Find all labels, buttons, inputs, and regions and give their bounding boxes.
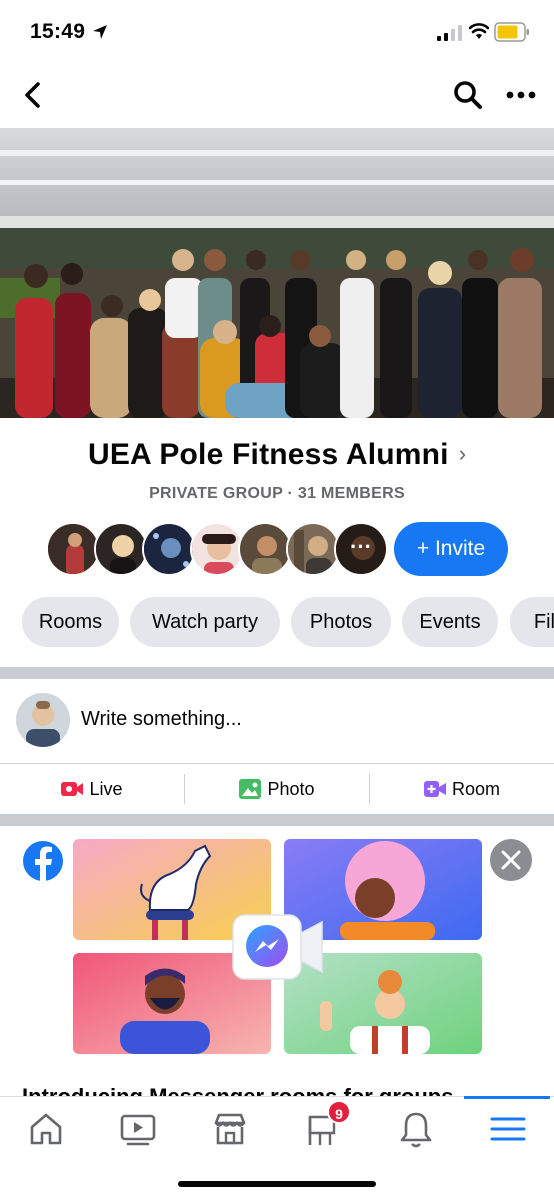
member-avatar[interactable] — [190, 522, 244, 576]
notifications-icon[interactable] — [394, 1107, 438, 1151]
more-options-icon[interactable] — [505, 87, 537, 103]
current-user-avatar[interactable] — [16, 693, 70, 747]
composer-separator — [0, 763, 554, 764]
battery-icon — [494, 22, 529, 42]
room-label: Room — [451, 779, 500, 799]
top-navigation — [0, 70, 554, 120]
photo-button[interactable]: Photo — [185, 766, 369, 812]
group-privacy-members: PRIVATE GROUP · 31 MEMBERS — [149, 485, 405, 502]
photo-label: Photo — [267, 779, 315, 799]
section-divider — [0, 814, 554, 826]
more-members-icon[interactable]: ··· — [347, 536, 375, 564]
status-time: 15:49 — [30, 20, 86, 43]
messenger-icon — [246, 925, 288, 967]
status-bar: 15:49 — [0, 0, 554, 60]
home-icon[interactable] — [24, 1107, 68, 1151]
chip-rooms[interactable]: Rooms — [22, 597, 119, 647]
member-avatar[interactable] — [46, 522, 100, 576]
group-name[interactable]: UEA Pole Fitness Alumni — [88, 438, 449, 471]
active-tab-indicator — [464, 1096, 550, 1099]
cellular-signal-icon — [437, 25, 462, 41]
group-cover-photo[interactable] — [0, 128, 554, 418]
member-avatar[interactable] — [94, 522, 148, 576]
marketplace-icon[interactable] — [208, 1107, 252, 1151]
invite-button[interactable]: + Invite — [394, 522, 508, 576]
group-title-row[interactable]: UEA Pole Fitness Alumni › — [0, 438, 554, 482]
groups-notification-badge: 9 — [327, 1100, 351, 1124]
location-arrow-icon — [93, 25, 107, 39]
group-shortcut-chips: Rooms Watch party Photos Events Files — [0, 597, 554, 647]
room-video-icon — [423, 781, 446, 797]
back-chevron-icon[interactable] — [20, 80, 46, 110]
section-divider — [0, 667, 554, 679]
composer-actions: Live Photo Room — [0, 766, 554, 812]
watch-icon[interactable] — [116, 1107, 160, 1151]
messenger-rooms-promo — [0, 826, 554, 1096]
live-label: Live — [89, 779, 123, 799]
chip-files[interactable]: Files — [510, 597, 554, 647]
live-video-icon — [61, 782, 84, 796]
home-indicator — [178, 1181, 376, 1187]
close-icon — [501, 850, 521, 870]
chip-photos[interactable]: Photos — [291, 597, 391, 647]
member-avatar[interactable] — [286, 522, 340, 576]
facebook-logo-icon — [23, 841, 63, 881]
room-button[interactable]: Room — [370, 766, 554, 812]
photo-icon — [239, 779, 262, 799]
live-button[interactable]: Live — [0, 766, 184, 812]
chip-watch-party[interactable]: Watch party — [130, 597, 280, 647]
member-avatar[interactable] — [238, 522, 292, 576]
chip-events[interactable]: Events — [402, 597, 498, 647]
search-icon[interactable] — [452, 79, 484, 111]
write-something-input[interactable]: Write something... — [81, 708, 242, 731]
menu-icon[interactable] — [486, 1107, 530, 1151]
chevron-right-icon[interactable]: › — [459, 441, 466, 467]
wifi-icon — [469, 23, 489, 39]
member-avatar[interactable] — [142, 522, 196, 576]
dismiss-promo-button[interactable] — [490, 839, 532, 881]
